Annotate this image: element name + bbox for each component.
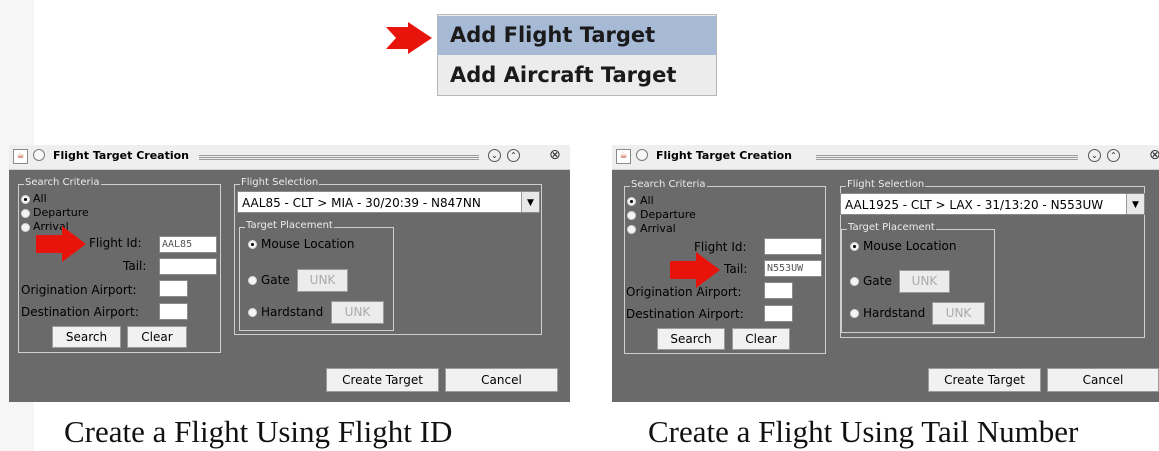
hardstand-value-button[interactable]: UNK: [932, 302, 985, 325]
window-title: Flight Target Creation: [53, 149, 190, 162]
radio-all[interactable]: [627, 197, 636, 206]
maximize-icon[interactable]: ⌃: [507, 149, 520, 162]
target-placement-legend: Target Placement: [847, 222, 936, 233]
java-app-icon: ☕: [13, 149, 28, 164]
tail-input[interactable]: [159, 258, 217, 275]
radio-arrival[interactable]: [21, 223, 30, 232]
search-criteria-legend: Search Criteria: [630, 179, 707, 190]
caption-tail-number: Create a Flight Using Tail Number: [648, 414, 1079, 449]
destination-airport-label: Destination Airport:: [626, 307, 744, 321]
radio-departure-label: Departure: [33, 206, 89, 219]
red-arrow-icon: [386, 22, 432, 54]
gate-label: Gate: [261, 273, 290, 287]
radio-all-label: All: [33, 192, 47, 205]
destination-airport-label: Destination Airport:: [21, 305, 139, 319]
hardstand-label: Hardstand: [863, 306, 926, 320]
dropdown-arrow-icon[interactable]: ▼: [521, 192, 539, 212]
title-bar: ☕ Flight Target Creation ⌄ ⌃ ⊗: [9, 145, 570, 170]
maximize-icon[interactable]: ⌃: [1107, 149, 1120, 162]
menu-item-add-aircraft-target[interactable]: Add Aircraft Target: [438, 56, 716, 95]
radio-arrival-label: Arrival: [640, 222, 676, 235]
clear-button[interactable]: Clear: [732, 328, 790, 350]
window-menu-icon[interactable]: [636, 149, 648, 161]
origination-airport-input[interactable]: [159, 280, 188, 297]
title-grip: [816, 155, 1078, 160]
window-menu-icon[interactable]: [33, 149, 45, 161]
radio-gate[interactable]: [248, 276, 257, 285]
flight-selection-dropdown[interactable]: AAL1925 - CLT > LAX - 31/13:20 - N553UW …: [840, 193, 1145, 215]
radio-departure[interactable]: [21, 209, 30, 218]
destination-airport-input[interactable]: [764, 305, 793, 322]
radio-gate[interactable]: [850, 277, 859, 286]
red-arrow-icon: [670, 252, 720, 288]
close-icon[interactable]: ⊗: [1149, 147, 1159, 163]
flight-selection-value: AAL85 - CLT > MIA - 30/20:39 - N847NN: [242, 196, 481, 210]
flight-target-dialog-flight-id: ☕ Flight Target Creation ⌄ ⌃ ⊗ Search Cr…: [9, 145, 570, 402]
close-icon[interactable]: ⊗: [549, 147, 561, 163]
radio-all-label: All: [640, 194, 654, 207]
target-placement-legend: Target Placement: [245, 220, 334, 231]
context-menu: Add Flight Target Add Aircraft Target: [437, 14, 717, 96]
dropdown-arrow-icon[interactable]: ▼: [1126, 194, 1144, 214]
origination-airport-label: Origination Airport:: [21, 283, 137, 297]
cancel-button[interactable]: Cancel: [1047, 368, 1159, 392]
flight-id-label: Flight Id:: [89, 236, 142, 250]
clear-button[interactable]: Clear: [127, 326, 187, 348]
minimize-icon[interactable]: ⌄: [1088, 149, 1101, 162]
flight-selection-legend: Flight Selection: [846, 179, 926, 190]
window-title: Flight Target Creation: [656, 149, 793, 162]
hardstand-label: Hardstand: [261, 305, 324, 319]
radio-hardstand[interactable]: [248, 308, 257, 317]
destination-airport-input[interactable]: [159, 303, 188, 320]
radio-mouse-location[interactable]: [248, 240, 257, 249]
flight-selection-dropdown[interactable]: AAL85 - CLT > MIA - 30/20:39 - N847NN ▼: [237, 191, 540, 213]
mouse-location-label: Mouse Location: [863, 239, 957, 253]
caption-flight-id: Create a Flight Using Flight ID: [64, 414, 453, 449]
cancel-button[interactable]: Cancel: [445, 368, 558, 392]
flight-id-input[interactable]: AAL85: [159, 236, 217, 253]
search-button[interactable]: Search: [52, 326, 121, 348]
origination-airport-input[interactable]: [764, 282, 793, 299]
title-bar: ☕ Flight Target Creation ⌄ ⌃ ⊗: [612, 145, 1159, 170]
search-criteria-legend: Search Criteria: [24, 177, 101, 188]
mouse-location-label: Mouse Location: [261, 237, 355, 251]
create-target-button[interactable]: Create Target: [928, 368, 1041, 392]
tail-input[interactable]: N553UW: [764, 260, 822, 277]
minimize-icon[interactable]: ⌄: [488, 149, 501, 162]
hardstand-value-button[interactable]: UNK: [331, 301, 384, 324]
radio-departure[interactable]: [627, 211, 636, 220]
title-grip: [199, 155, 479, 160]
radio-mouse-location[interactable]: [850, 242, 859, 251]
tail-label: Tail:: [123, 259, 147, 273]
gate-value-button[interactable]: UNK: [899, 270, 950, 293]
search-button[interactable]: Search: [657, 328, 725, 350]
menu-item-add-flight-target[interactable]: Add Flight Target: [438, 16, 716, 55]
create-target-button[interactable]: Create Target: [326, 368, 439, 392]
tail-label: Tail:: [724, 262, 748, 276]
radio-departure-label: Departure: [640, 208, 696, 221]
gate-label: Gate: [863, 274, 892, 288]
flight-selection-legend: Flight Selection: [240, 177, 320, 188]
flight-selection-value: AAL1925 - CLT > LAX - 31/13:20 - N553UW: [845, 198, 1104, 212]
radio-arrival[interactable]: [627, 225, 636, 234]
radio-all[interactable]: [21, 195, 30, 204]
radio-hardstand[interactable]: [850, 309, 859, 318]
red-arrow-icon: [36, 226, 86, 262]
flight-id-input[interactable]: [764, 238, 822, 255]
gate-value-button[interactable]: UNK: [297, 269, 348, 292]
java-app-icon: ☕: [616, 149, 631, 164]
